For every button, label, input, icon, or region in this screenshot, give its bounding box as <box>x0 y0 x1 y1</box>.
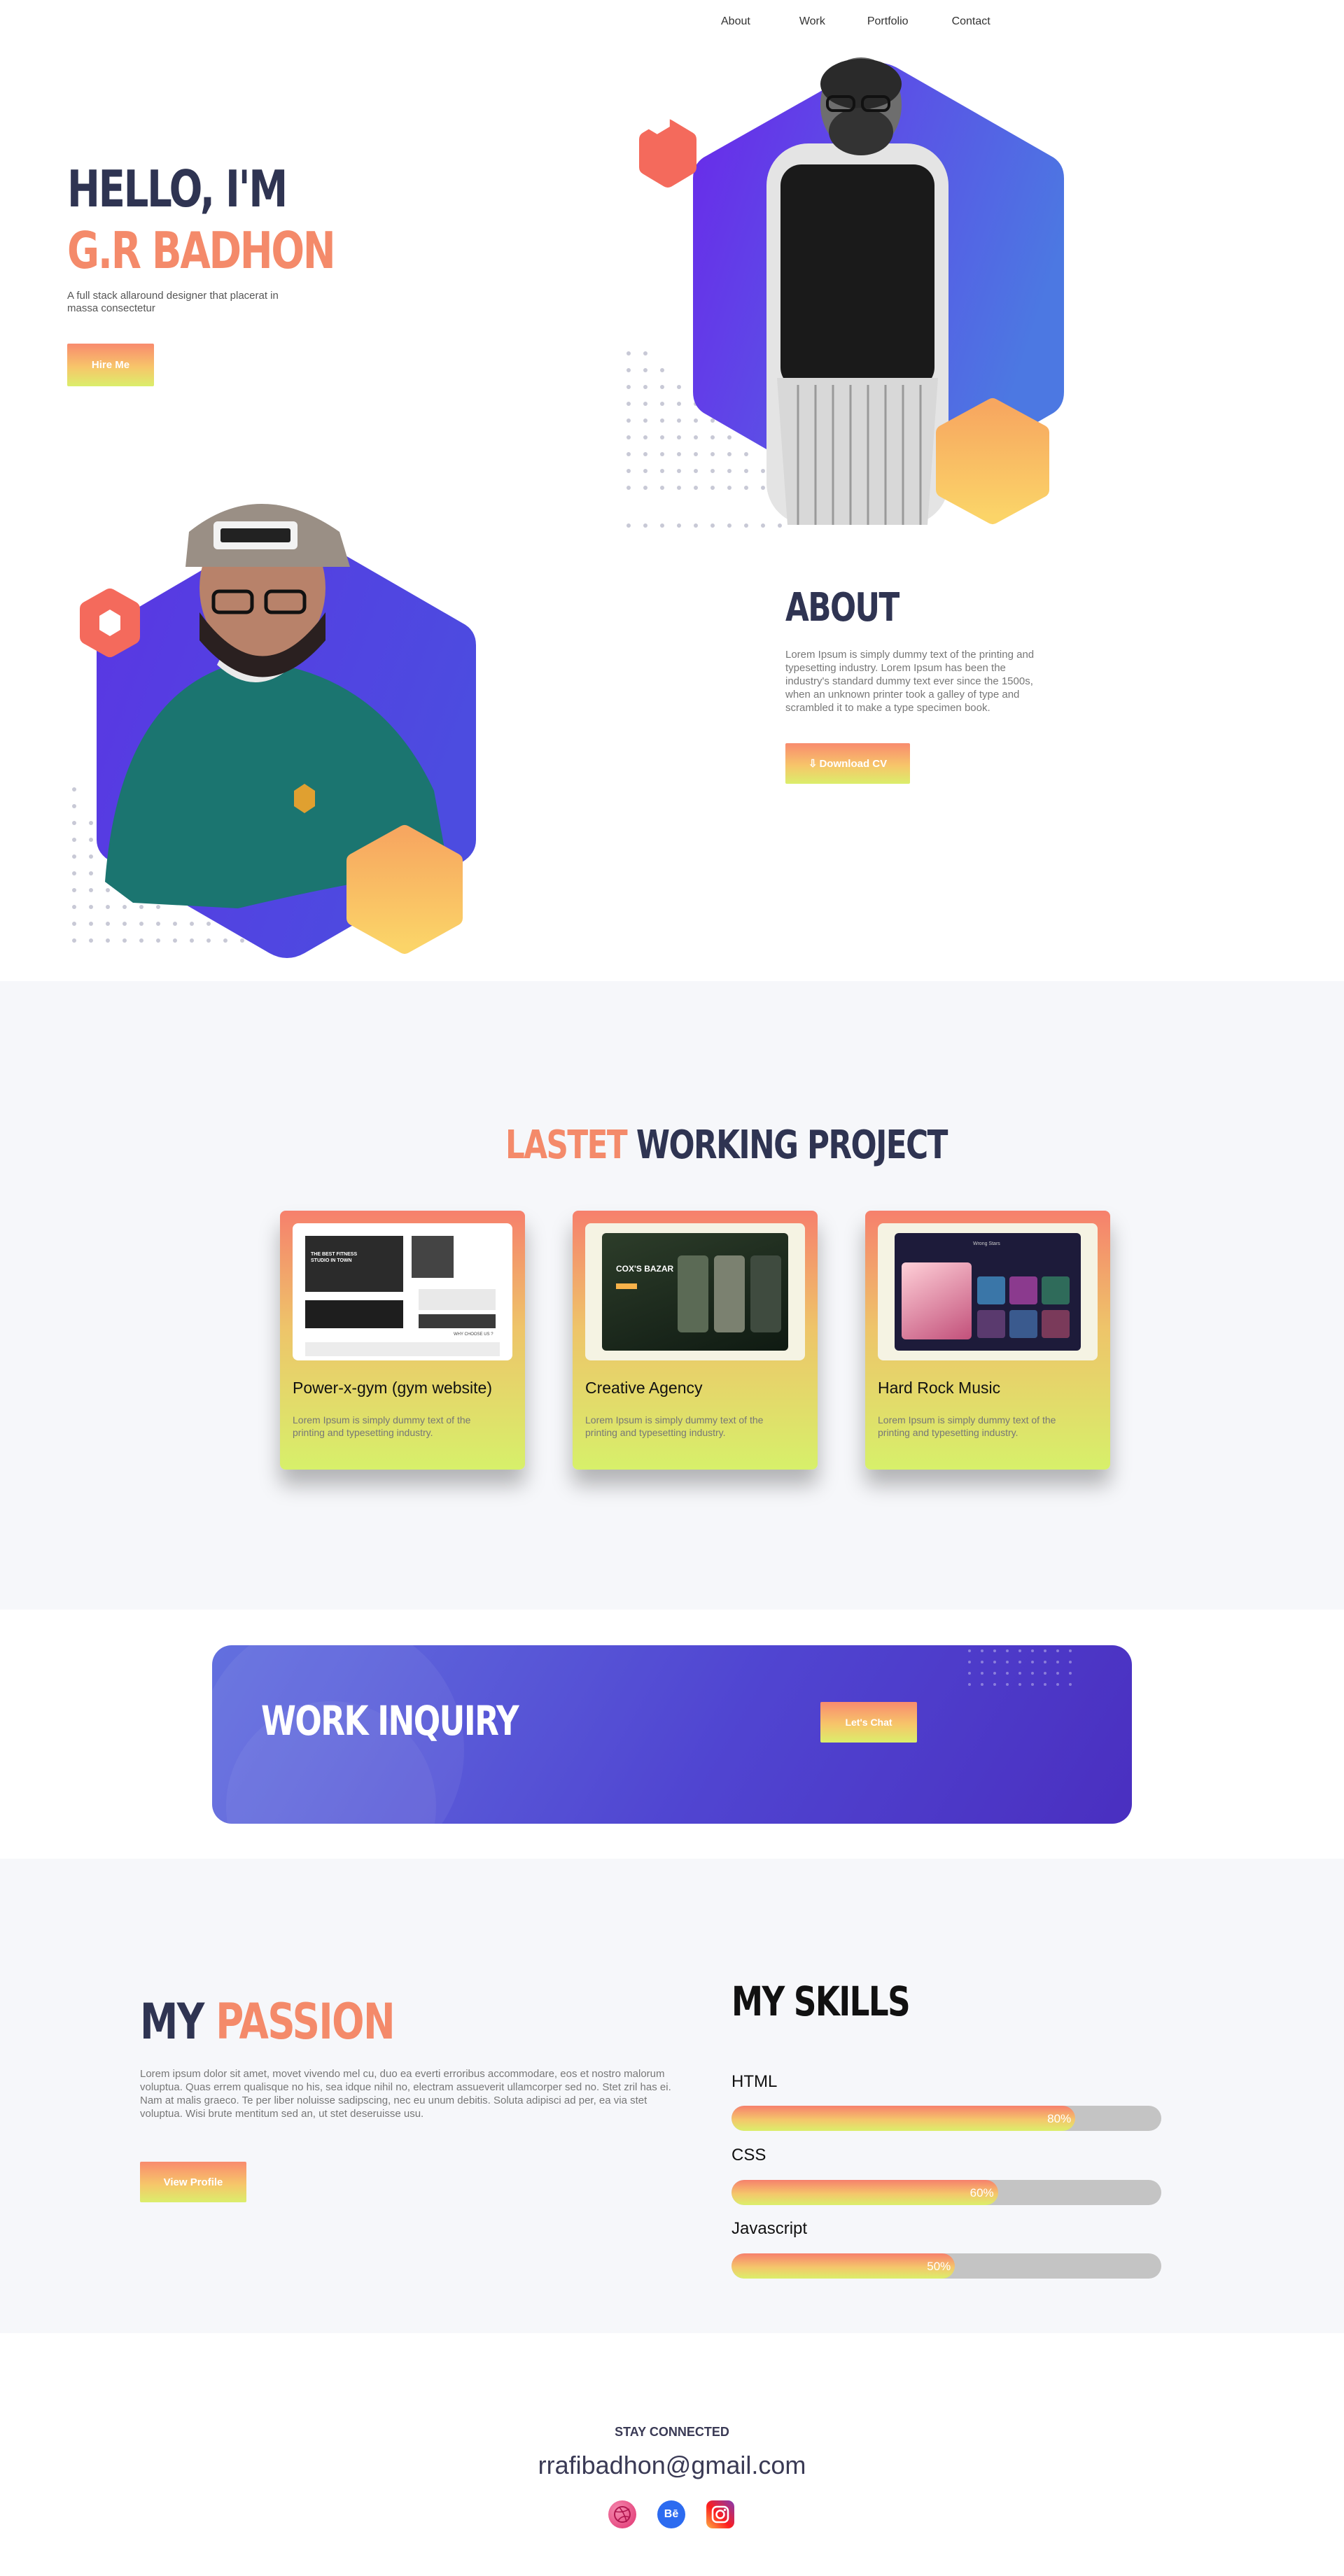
hero-greeting: HELLO, I'M <box>67 160 288 218</box>
about-title: ABOUT <box>785 585 899 631</box>
work-inquiry-banner: WORK INQUIRY Let's Chat <box>212 1645 1132 1824</box>
project-desc: Lorem Ipsum is simply dummy text of the … <box>585 1414 764 1438</box>
skill-label-javascript: Javascript <box>732 2219 808 2238</box>
project-title: Power-x-gym (gym website) <box>293 1379 492 1397</box>
hero-name: G.R BADHON <box>67 221 336 280</box>
dot-pattern <box>968 1649 1072 1686</box>
top-nav: About Work Portfolio Contact <box>721 15 1040 28</box>
hero-tagline: A full stack allaround designer that pla… <box>67 290 279 314</box>
skills-title: MY SKILLS <box>732 1978 911 2025</box>
skill-label-css: CSS <box>732 2146 766 2165</box>
projects-title-accent: LASTET <box>505 1122 628 1168</box>
dribbble-glyph <box>614 2506 631 2523</box>
passion-title-plain: MY <box>140 1993 204 2050</box>
projects-title-rest: WORKING PROJECT <box>636 1122 948 1168</box>
project-card-2[interactable]: COX'S BAZAR Creative Agency Lorem Ipsum … <box>573 1211 818 1470</box>
nav-work[interactable]: Work <box>799 15 825 28</box>
skill-bar-javascript: 50% <box>732 2253 1161 2279</box>
project-card-1[interactable]: THE BEST FITNESS STUDIO IN TOWN WHY CHOO… <box>280 1211 525 1470</box>
music-shot-headline: Wrong Stars <box>973 1241 1000 1246</box>
work-inquiry-title: WORK INQUIRY <box>261 1697 519 1745</box>
behance-glyph: Bē <box>664 2508 679 2520</box>
projects-title: LASTET WORKING PROJECT <box>505 1122 948 1168</box>
project-card-3[interactable]: Wrong Stars Hard Rock Music Lorem Ipsum … <box>865 1211 1110 1470</box>
download-cv-label: Download CV <box>819 757 888 770</box>
agency-shot-headline: COX'S BAZAR <box>616 1264 674 1274</box>
download-icon: ⇩ <box>808 758 818 770</box>
project-title: Creative Agency <box>585 1379 703 1397</box>
project-screenshot-music: Wrong Stars <box>878 1223 1098 1360</box>
hero-portrait <box>626 57 1064 528</box>
project-screenshot-agency: COX'S BAZAR <box>585 1223 805 1360</box>
dribbble-icon[interactable] <box>608 2500 636 2528</box>
nav-about[interactable]: About <box>721 15 750 28</box>
skill-bar-html: 80% <box>732 2106 1161 2131</box>
about-portrait <box>72 504 476 958</box>
project-desc: Lorem Ipsum is simply dummy text of the … <box>293 1414 471 1438</box>
gym-shot-headline: THE BEST FITNESS STUDIO IN TOWN <box>311 1252 358 1263</box>
passion-title: MY PASSION <box>140 1993 396 2050</box>
skill-bar-css: 60% <box>732 2180 1161 2205</box>
project-desc: Lorem Ipsum is simply dummy text of the … <box>878 1414 1056 1438</box>
gym-shot-caption: WHY CHOOSE US ? <box>454 1332 493 1337</box>
instagram-glyph <box>711 2505 729 2524</box>
skill-pct-javascript: 50% <box>927 2260 951 2273</box>
view-profile-button[interactable]: View Profile <box>140 2162 246 2202</box>
skill-label-html: HTML <box>732 2072 778 2091</box>
stay-connected-label: STAY CONNECTED <box>615 2425 729 2439</box>
skill-pct-css: 60% <box>969 2186 994 2200</box>
project-screenshot-gym: THE BEST FITNESS STUDIO IN TOWN WHY CHOO… <box>293 1223 512 1360</box>
about-text: Lorem Ipsum is simply dummy text of the … <box>785 649 1035 714</box>
download-cv-button[interactable]: ⇩ Download CV <box>785 743 910 784</box>
nav-contact[interactable]: Contact <box>952 15 990 28</box>
nav-portfolio[interactable]: Portfolio <box>867 15 909 28</box>
project-title: Hard Rock Music <box>878 1379 1001 1397</box>
passion-text: Lorem ipsum dolor sit amet, movet vivend… <box>140 2068 671 2120</box>
passion-title-accent: PASSION <box>216 1993 396 2050</box>
behance-icon[interactable]: Bē <box>657 2500 685 2528</box>
instagram-icon[interactable] <box>706 2500 734 2528</box>
hire-me-button[interactable]: Hire Me <box>67 344 154 386</box>
lets-chat-button[interactable]: Let's Chat <box>820 1702 917 1743</box>
skill-pct-html: 80% <box>1047 2112 1072 2125</box>
contact-email[interactable]: rrafibadhon@gmail.com <box>0 2451 1344 2480</box>
